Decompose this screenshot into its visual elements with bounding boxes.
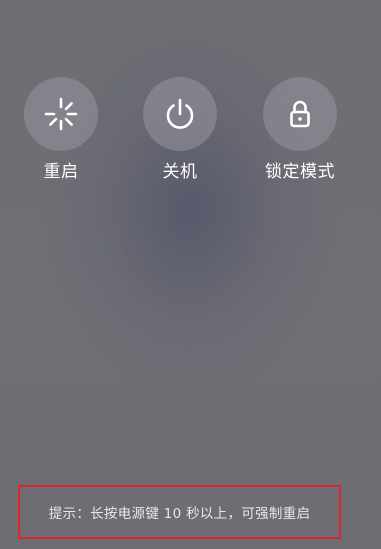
power-off-button[interactable] (143, 77, 217, 151)
force-restart-hint: 提示：长按电源键 10 秒以上，可强制重启 (48, 506, 311, 522)
restart-label: 重启 (43, 162, 79, 182)
power-menu-overlay: 重启 关机 锁定模式 提示：长按电源键 10 秒以上，可强制重启 (0, 0, 381, 549)
power-icon (166, 98, 194, 129)
lock-icon (290, 100, 310, 128)
lockdown-action[interactable]: 锁定模式 (240, 77, 360, 183)
restart-action[interactable]: 重启 (1, 77, 121, 183)
lockdown-button[interactable] (263, 77, 337, 151)
lockdown-label: 锁定模式 (265, 162, 335, 182)
power-off-action[interactable]: 关机 (120, 77, 240, 183)
restart-spinner-icon (44, 97, 78, 131)
power-off-label: 关机 (162, 162, 198, 182)
restart-button[interactable] (24, 77, 98, 151)
hint-highlight-box: 提示：长按电源键 10 秒以上，可强制重启 (18, 485, 341, 539)
